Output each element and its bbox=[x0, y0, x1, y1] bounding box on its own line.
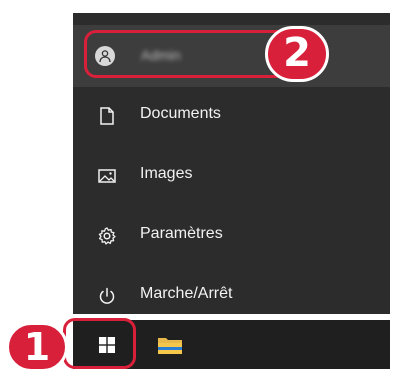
menu-item-label: Marche/Arrêt bbox=[140, 285, 233, 302]
menu-item-label: Documents bbox=[140, 105, 221, 122]
menu-item-label: Images bbox=[140, 165, 193, 182]
step-badge-1: 1 bbox=[6, 322, 68, 372]
menu-item-power[interactable]: Marche/Arrêt bbox=[73, 272, 390, 320]
menu-item-label: Paramètres bbox=[140, 225, 223, 242]
folder-icon bbox=[158, 338, 182, 354]
menu-item-settings[interactable]: Paramètres bbox=[73, 212, 390, 260]
image-icon bbox=[97, 166, 117, 186]
menu-item-documents[interactable]: Documents bbox=[73, 92, 390, 140]
file-explorer-button[interactable] bbox=[143, 320, 203, 369]
step-badge-2: 2 bbox=[265, 26, 329, 82]
menu-item-images[interactable]: Images bbox=[73, 152, 390, 200]
document-icon bbox=[97, 106, 117, 126]
power-icon bbox=[97, 286, 117, 306]
gear-icon bbox=[97, 226, 117, 246]
highlight-start bbox=[63, 318, 136, 369]
